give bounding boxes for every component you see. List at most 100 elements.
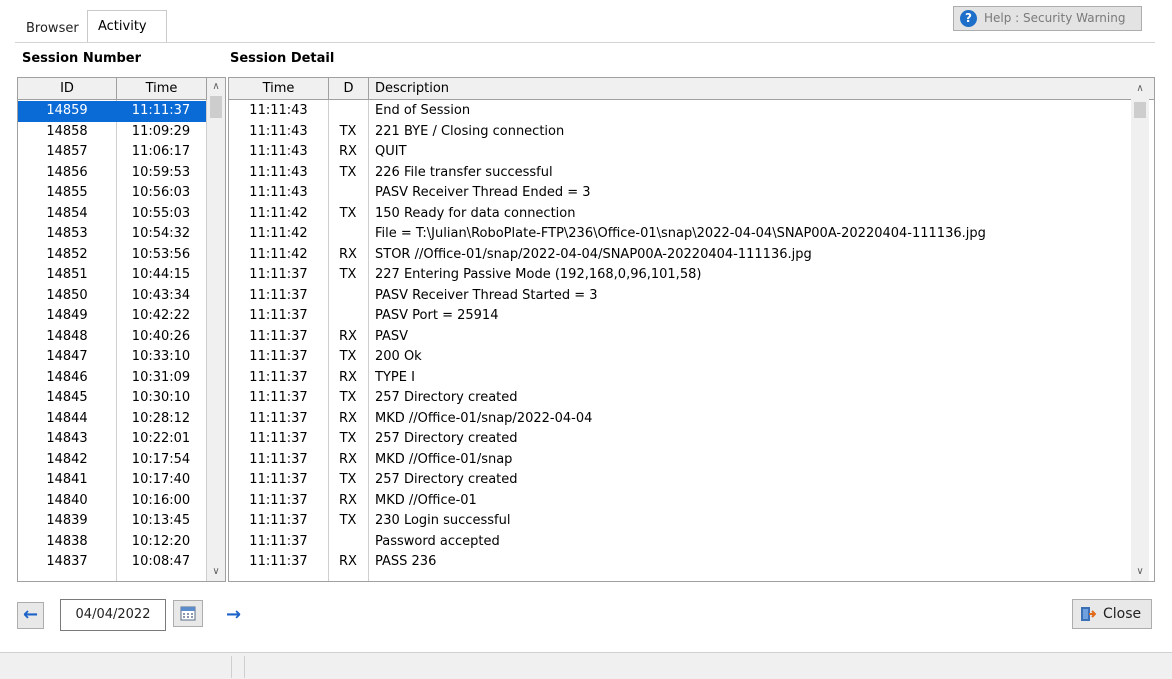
detail-row[interactable]: 11:11:37 Password accepted: [229, 532, 1129, 553]
session-id: 14837: [46, 554, 88, 569]
column-header-time[interactable]: Time: [117, 78, 207, 99]
session-row[interactable]: 14854 10:55:03: [18, 204, 206, 225]
detail-row[interactable]: 11:11:37 RX MKD //Office-01: [229, 491, 1129, 512]
tab-activity[interactable]: Activity: [87, 10, 167, 42]
detail-description: 221 BYE / Closing connection: [375, 123, 565, 139]
detail-row[interactable]: 11:11:43 TX 221 BYE / Closing connection: [229, 122, 1129, 143]
detail-description: STOR //Office-01/snap/2022-04-04/SNAP00A…: [375, 246, 812, 262]
scrollbar-thumb[interactable]: [210, 96, 222, 118]
session-number-scrollbar[interactable]: ∧ ∨: [207, 78, 225, 581]
detail-direction: RX: [339, 144, 357, 159]
session-time: 10:31:09: [131, 369, 191, 385]
detail-description: TYPE I: [375, 369, 415, 385]
session-time: 10:40:26: [131, 328, 191, 344]
session-row[interactable]: 14847 10:33:10: [18, 347, 206, 368]
detail-row[interactable]: 11:11:43 End of Session: [229, 101, 1129, 122]
detail-row[interactable]: 11:11:43 TX 226 File transfer successful: [229, 163, 1129, 184]
session-row[interactable]: 14846 10:31:09: [18, 368, 206, 389]
session-time: 10:22:01: [131, 431, 191, 446]
session-detail-grid[interactable]: Time D Description 11:11:43 End of Sessio…: [228, 77, 1155, 582]
session-time: 10:08:47: [131, 554, 191, 569]
help-security-warning-button[interactable]: ? Help : Security Warning: [953, 6, 1142, 31]
detail-row[interactable]: 11:11:42 RX STOR //Office-01/snap/2022-04-…: [229, 245, 1129, 266]
detail-direction: RX: [339, 410, 357, 426]
column-header-id[interactable]: ID: [18, 78, 117, 99]
session-row[interactable]: 14838 10:12:20: [18, 532, 206, 553]
session-row[interactable]: 14843 10:22:01: [18, 429, 206, 450]
detail-description: 257 Directory created: [375, 431, 518, 446]
detail-time: 11:11:43: [249, 123, 308, 139]
column-header-time[interactable]: Time: [229, 78, 329, 99]
session-id: 14851: [46, 267, 88, 282]
session-row[interactable]: 14837 10:08:47: [18, 552, 206, 573]
session-number-grid[interactable]: ID Time 14859 11:11:37 14858 11:09:29 14857 1…: [17, 77, 226, 582]
detail-row[interactable]: 11:11:43 RX QUIT: [229, 142, 1129, 163]
session-row[interactable]: 14850 10:43:34: [18, 286, 206, 307]
session-row[interactable]: 14853 10:54:32: [18, 224, 206, 245]
session-row[interactable]: 14859 11:11:37: [18, 101, 206, 122]
help-circle-icon: ?: [960, 10, 977, 27]
detail-row[interactable]: 11:11:42 File = T:\Julian\RoboPlate-FTP\2…: [229, 224, 1129, 245]
session-row[interactable]: 14848 10:40:26: [18, 327, 206, 348]
session-id: 14847: [46, 349, 88, 364]
detail-description: MKD //Office-01: [375, 492, 477, 508]
detail-description: 150 Ready for data connection: [375, 205, 576, 221]
detail-direction: TX: [339, 123, 357, 139]
session-row[interactable]: 14855 10:56:03: [18, 183, 206, 204]
scroll-down-icon[interactable]: ∨: [1131, 563, 1149, 581]
next-day-button[interactable]: →: [220, 602, 247, 629]
detail-row[interactable]: 11:11:37 TX 257 Directory created: [229, 388, 1129, 409]
detail-row[interactable]: 11:11:37 RX PASS 236: [229, 552, 1129, 573]
scroll-down-icon[interactable]: ∨: [207, 563, 225, 581]
detail-row[interactable]: 11:11:37 RX TYPE I: [229, 368, 1129, 389]
detail-row[interactable]: 11:11:37 RX MKD //Office-01/snap/2022-04-0…: [229, 409, 1129, 430]
calendar-button[interactable]: [173, 600, 203, 627]
detail-row[interactable]: 11:11:37 PASV Port = 25914: [229, 306, 1129, 327]
detail-row[interactable]: 11:11:37 RX MKD //Office-01/snap: [229, 450, 1129, 471]
detail-row[interactable]: 11:11:37 RX PASV: [229, 327, 1129, 348]
scroll-up-icon[interactable]: ∧: [1131, 80, 1149, 98]
session-row[interactable]: 14844 10:28:12: [18, 409, 206, 430]
session-detail-scrollbar[interactable]: ∧ ∨: [1131, 78, 1149, 581]
previous-day-button[interactable]: ←: [17, 602, 44, 629]
session-row[interactable]: 14858 11:09:29: [18, 122, 206, 143]
detail-description: 257 Directory created: [375, 390, 518, 405]
detail-direction: RX: [339, 328, 357, 344]
session-row[interactable]: 14840 10:16:00: [18, 491, 206, 512]
session-id: 14843: [46, 431, 88, 446]
session-row[interactable]: 14852 10:53:56: [18, 245, 206, 266]
session-row[interactable]: 14845 10:30:10: [18, 388, 206, 409]
close-button[interactable]: Close: [1072, 599, 1152, 629]
detail-time: 11:11:37: [249, 369, 308, 385]
detail-row[interactable]: 11:11:37 PASV Receiver Thread Started = 3: [229, 286, 1129, 307]
session-time: 10:12:20: [131, 533, 191, 549]
session-row[interactable]: 14849 10:42:22: [18, 306, 206, 327]
detail-row[interactable]: 11:11:37 TX 200 Ok: [229, 347, 1129, 368]
session-row[interactable]: 14851 10:44:15: [18, 265, 206, 286]
tab-browser[interactable]: Browser: [15, 14, 87, 42]
session-row[interactable]: 14841 10:17:40: [18, 470, 206, 491]
detail-row[interactable]: 11:11:37 TX 257 Directory created: [229, 470, 1129, 491]
session-row[interactable]: 14857 11:06:17: [18, 142, 206, 163]
session-row[interactable]: 14842 10:17:54: [18, 450, 206, 471]
detail-row[interactable]: 11:11:37 TX 257 Directory created: [229, 429, 1129, 450]
detail-row[interactable]: 11:11:43 PASV Receiver Thread Ended = 3: [229, 183, 1129, 204]
detail-row[interactable]: 11:11:37 TX 230 Login successful: [229, 511, 1129, 532]
tab-divider: [15, 42, 1155, 43]
detail-row[interactable]: 11:11:37 TX 227 Entering Passive Mode (192…: [229, 265, 1129, 286]
detail-description: 226 File transfer successful: [375, 164, 553, 180]
column-header-description[interactable]: Description: [369, 78, 1131, 99]
detail-direction: TX: [339, 164, 357, 180]
detail-description: PASS 236: [375, 554, 437, 569]
session-number-header: ID Time: [18, 78, 207, 100]
session-row[interactable]: 14856 10:59:53: [18, 163, 206, 184]
session-time: 10:43:34: [131, 287, 191, 303]
date-field[interactable]: 04/04/2022: [60, 599, 166, 631]
column-header-direction[interactable]: D: [329, 78, 369, 99]
detail-row[interactable]: 11:11:42 TX 150 Ready for data connection: [229, 204, 1129, 225]
detail-time: 11:11:37: [249, 451, 308, 467]
scroll-up-icon[interactable]: ∧: [207, 78, 225, 96]
scrollbar-thumb[interactable]: [1134, 102, 1146, 118]
session-row[interactable]: 14839 10:13:45: [18, 511, 206, 532]
session-id: 14856: [46, 164, 88, 180]
